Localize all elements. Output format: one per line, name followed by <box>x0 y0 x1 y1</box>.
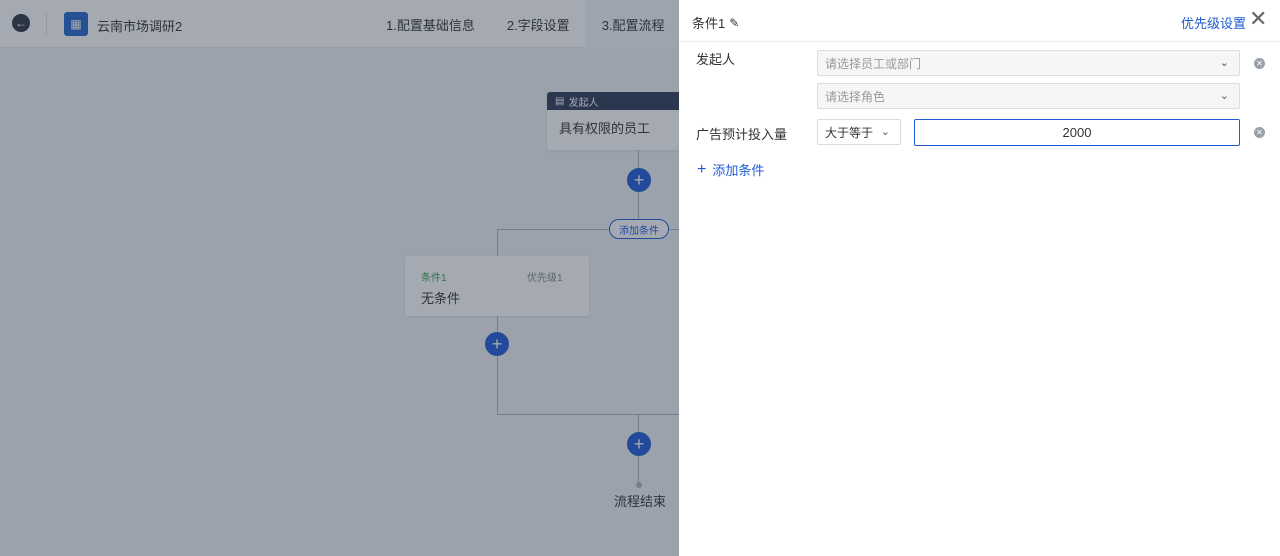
employee-dept-placeholder: 请选择员工或部门 <box>825 56 922 71</box>
chevron-down-icon: ⌄ <box>880 126 890 138</box>
starter-row-label: 发起人 <box>696 52 736 67</box>
chevron-down-icon: ⌄ <box>1219 57 1229 69</box>
value-input[interactable]: 2000 <box>914 119 1240 146</box>
plus-icon: + <box>697 160 707 178</box>
operator-value: 大于等于 <box>825 125 874 140</box>
add-condition-link[interactable]: + 添加条件 <box>697 160 764 179</box>
panel-header: 条件1 ✎ 优先级设置 ✕ <box>679 0 1280 42</box>
panel-title-text: 条件1 <box>692 16 726 31</box>
role-placeholder: 请选择角色 <box>825 89 886 104</box>
ad-budget-label: 广告预计投入量 <box>696 127 788 142</box>
add-condition-text: 添加条件 <box>712 163 765 178</box>
condition-panel: 条件1 ✎ 优先级设置 ✕ 发起人 请选择员工或部门 ⌄ ✕ 请选择角色 ⌄ 广… <box>679 0 1280 556</box>
value-text: 2000 <box>1062 125 1092 140</box>
employee-dept-select[interactable]: 请选择员工或部门 ⌄ <box>817 50 1240 76</box>
role-select[interactable]: 请选择角色 ⌄ <box>817 83 1240 109</box>
operator-select[interactable]: 大于等于 ⌄ <box>817 119 901 145</box>
edit-icon[interactable]: ✎ <box>729 16 739 30</box>
remove-condition-icon[interactable]: ✕ <box>1254 58 1265 69</box>
panel-title: 条件1 ✎ <box>692 13 739 32</box>
priority-settings-link[interactable]: 优先级设置 <box>1181 13 1246 32</box>
close-icon[interactable]: ✕ <box>1249 8 1267 30</box>
chevron-down-icon: ⌄ <box>1219 90 1229 102</box>
modal-overlay[interactable] <box>0 0 679 556</box>
remove-condition-icon[interactable]: ✕ <box>1254 127 1265 138</box>
